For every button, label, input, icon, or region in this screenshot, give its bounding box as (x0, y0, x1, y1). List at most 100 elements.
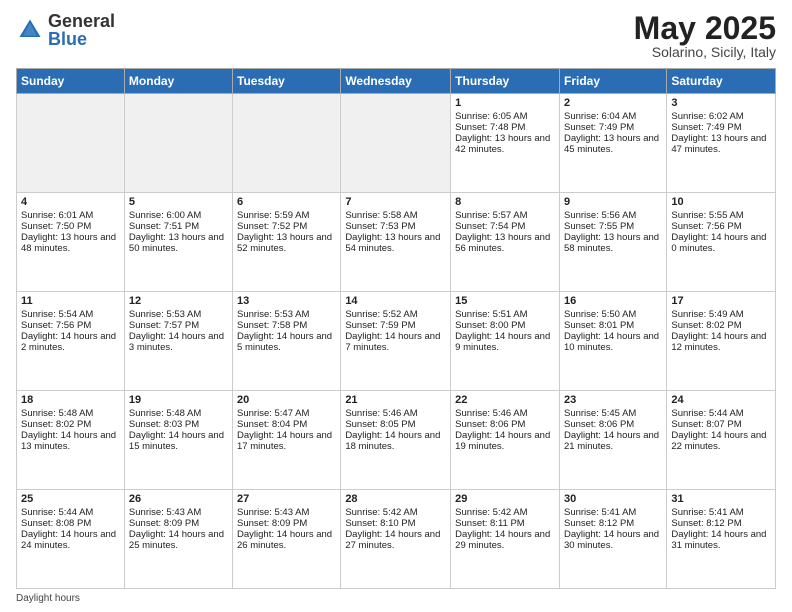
sunset-text: Sunset: 8:01 PM (564, 320, 662, 331)
calendar-cell: 31Sunrise: 5:41 AMSunset: 8:12 PMDayligh… (667, 490, 776, 589)
sunrise-text: Sunrise: 5:48 AM (21, 408, 120, 419)
sunset-text: Sunset: 7:55 PM (564, 221, 662, 232)
daylight-text: Daylight: 14 hours and 31 minutes. (671, 529, 771, 551)
day-number: 19 (129, 394, 228, 406)
sunset-text: Sunset: 7:54 PM (455, 221, 555, 232)
sunset-text: Sunset: 8:04 PM (237, 419, 336, 430)
day-of-week-header: Saturday (667, 69, 776, 94)
sunrise-text: Sunrise: 5:59 AM (237, 210, 336, 221)
title-block: May 2025 Solarino, Sicily, Italy (634, 12, 776, 60)
sunset-text: Sunset: 8:06 PM (564, 419, 662, 430)
calendar-cell: 2Sunrise: 6:04 AMSunset: 7:49 PMDaylight… (559, 94, 666, 193)
sunset-text: Sunset: 8:12 PM (671, 518, 771, 529)
sunset-text: Sunset: 7:49 PM (671, 122, 771, 133)
day-number: 30 (564, 493, 662, 505)
daylight-text: Daylight: 13 hours and 54 minutes. (345, 232, 446, 254)
daylight-text: Daylight: 14 hours and 9 minutes. (455, 331, 555, 353)
sunrise-text: Sunrise: 6:04 AM (564, 111, 662, 122)
sunset-text: Sunset: 7:52 PM (237, 221, 336, 232)
daylight-text: Daylight: 13 hours and 52 minutes. (237, 232, 336, 254)
day-number: 17 (671, 295, 771, 307)
sunset-text: Sunset: 7:59 PM (345, 320, 446, 331)
day-number: 21 (345, 394, 446, 406)
sunrise-text: Sunrise: 6:00 AM (129, 210, 228, 221)
sunrise-text: Sunrise: 5:41 AM (564, 507, 662, 518)
logo-general-text: General (48, 12, 115, 30)
sunset-text: Sunset: 7:57 PM (129, 320, 228, 331)
sunrise-text: Sunrise: 5:46 AM (455, 408, 555, 419)
daylight-text: Daylight: 14 hours and 7 minutes. (345, 331, 446, 353)
day-number: 7 (345, 196, 446, 208)
day-number: 18 (21, 394, 120, 406)
calendar-header: SundayMondayTuesdayWednesdayThursdayFrid… (17, 69, 776, 94)
calendar-cell: 15 Sunrise: 5:51 AMSunset: 8:00 PMDayligh… (451, 292, 560, 391)
calendar-cell: 22Sunrise: 5:46 AMSunset: 8:06 PMDayligh… (451, 391, 560, 490)
sunset-text: Sunset: 8:10 PM (345, 518, 446, 529)
calendar-cell: 8Sunrise: 5:57 AMSunset: 7:54 PMDaylight… (451, 193, 560, 292)
sunset-text: Sunset: 8:02 PM (671, 320, 771, 331)
calendar-cell: 13Sunrise: 5:53 AMSunset: 7:58 PMDayligh… (233, 292, 341, 391)
calendar-cell: 30Sunrise: 5:41 AMSunset: 8:12 PMDayligh… (559, 490, 666, 589)
day-number: 9 (564, 196, 662, 208)
calendar-cell (233, 94, 341, 193)
page: General Blue May 2025 Solarino, Sicily, … (0, 0, 792, 612)
day-number: 25 (21, 493, 120, 505)
calendar-cell: 21Sunrise: 5:46 AMSunset: 8:05 PMDayligh… (341, 391, 451, 490)
calendar-cell: 25Sunrise: 5:44 AMSunset: 8:08 PMDayligh… (17, 490, 125, 589)
daylight-text: Daylight: 14 hours and 27 minutes. (345, 529, 446, 551)
sunset-text: Sunset: 7:58 PM (237, 320, 336, 331)
daylight-text: Daylight: 13 hours and 56 minutes. (455, 232, 555, 254)
calendar-cell: 9Sunrise: 5:56 AMSunset: 7:55 PMDaylight… (559, 193, 666, 292)
calendar-cell: 3Sunrise: 6:02 AMSunset: 7:49 PMDaylight… (667, 94, 776, 193)
sunset-text: Sunset: 7:51 PM (129, 221, 228, 232)
calendar-cell: 10Sunrise: 5:55 AMSunset: 7:56 PMDayligh… (667, 193, 776, 292)
day-number: 15 (455, 295, 555, 307)
day-number: 2 (564, 97, 662, 109)
sunrise-text: Sunrise: 5:51 AM (455, 309, 555, 320)
sunset-text: Sunset: 7:50 PM (21, 221, 120, 232)
daylight-text: Daylight: 14 hours and 0 minutes. (671, 232, 771, 254)
calendar-cell: 18Sunrise: 5:48 AMSunset: 8:02 PMDayligh… (17, 391, 125, 490)
sunset-text: Sunset: 8:09 PM (129, 518, 228, 529)
daylight-text: Daylight: 14 hours and 17 minutes. (237, 430, 336, 452)
calendar-week-row: 1Sunrise: 6:05 AMSunset: 7:48 PMDaylight… (17, 94, 776, 193)
calendar-week-row: 11Sunrise: 5:54 AMSunset: 7:56 PMDayligh… (17, 292, 776, 391)
calendar-body: 1Sunrise: 6:05 AMSunset: 7:48 PMDaylight… (17, 94, 776, 589)
sunset-text: Sunset: 8:06 PM (455, 419, 555, 430)
daylight-text: Daylight: 13 hours and 45 minutes. (564, 133, 662, 155)
calendar-cell: 27Sunrise: 5:43 AMSunset: 8:09 PMDayligh… (233, 490, 341, 589)
daylight-text: Daylight: 13 hours and 47 minutes. (671, 133, 771, 155)
day-number: 4 (21, 196, 120, 208)
sunrise-text: Sunrise: 5:42 AM (345, 507, 446, 518)
calendar-cell: 17Sunrise: 5:49 AMSunset: 8:02 PMDayligh… (667, 292, 776, 391)
day-number: 16 (564, 295, 662, 307)
calendar-cell: 11Sunrise: 5:54 AMSunset: 7:56 PMDayligh… (17, 292, 125, 391)
sunset-text: Sunset: 8:02 PM (21, 419, 120, 430)
logo-text: General Blue (48, 12, 115, 48)
sunrise-text: Sunrise: 5:55 AM (671, 210, 771, 221)
calendar-cell: 7Sunrise: 5:58 AMSunset: 7:53 PMDaylight… (341, 193, 451, 292)
sunset-text: Sunset: 7:48 PM (455, 122, 555, 133)
calendar-cell: 26Sunrise: 5:43 AMSunset: 8:09 PMDayligh… (124, 490, 232, 589)
sunset-text: Sunset: 8:09 PM (237, 518, 336, 529)
sunrise-text: Sunrise: 5:44 AM (671, 408, 771, 419)
sunset-text: Sunset: 7:53 PM (345, 221, 446, 232)
footer-note: Daylight hours (16, 593, 776, 604)
logo: General Blue (16, 12, 115, 48)
calendar-cell: 12Sunrise: 5:53 AMSunset: 7:57 PMDayligh… (124, 292, 232, 391)
calendar-cell: 6Sunrise: 5:59 AMSunset: 7:52 PMDaylight… (233, 193, 341, 292)
daylight-text: Daylight: 13 hours and 48 minutes. (21, 232, 120, 254)
day-of-week-header: Tuesday (233, 69, 341, 94)
sunset-text: Sunset: 8:11 PM (455, 518, 555, 529)
sunset-text: Sunset: 8:00 PM (455, 320, 555, 331)
day-number: 11 (21, 295, 120, 307)
day-number: 8 (455, 196, 555, 208)
calendar-cell (124, 94, 232, 193)
calendar-cell (341, 94, 451, 193)
calendar-week-row: 4Sunrise: 6:01 AMSunset: 7:50 PMDaylight… (17, 193, 776, 292)
daylight-text: Daylight: 14 hours and 29 minutes. (455, 529, 555, 551)
calendar-cell: 29Sunrise: 5:42 AMSunset: 8:11 PMDayligh… (451, 490, 560, 589)
days-of-week-row: SundayMondayTuesdayWednesdayThursdayFrid… (17, 69, 776, 94)
sunset-text: Sunset: 7:56 PM (21, 320, 120, 331)
sunrise-text: Sunrise: 5:48 AM (129, 408, 228, 419)
